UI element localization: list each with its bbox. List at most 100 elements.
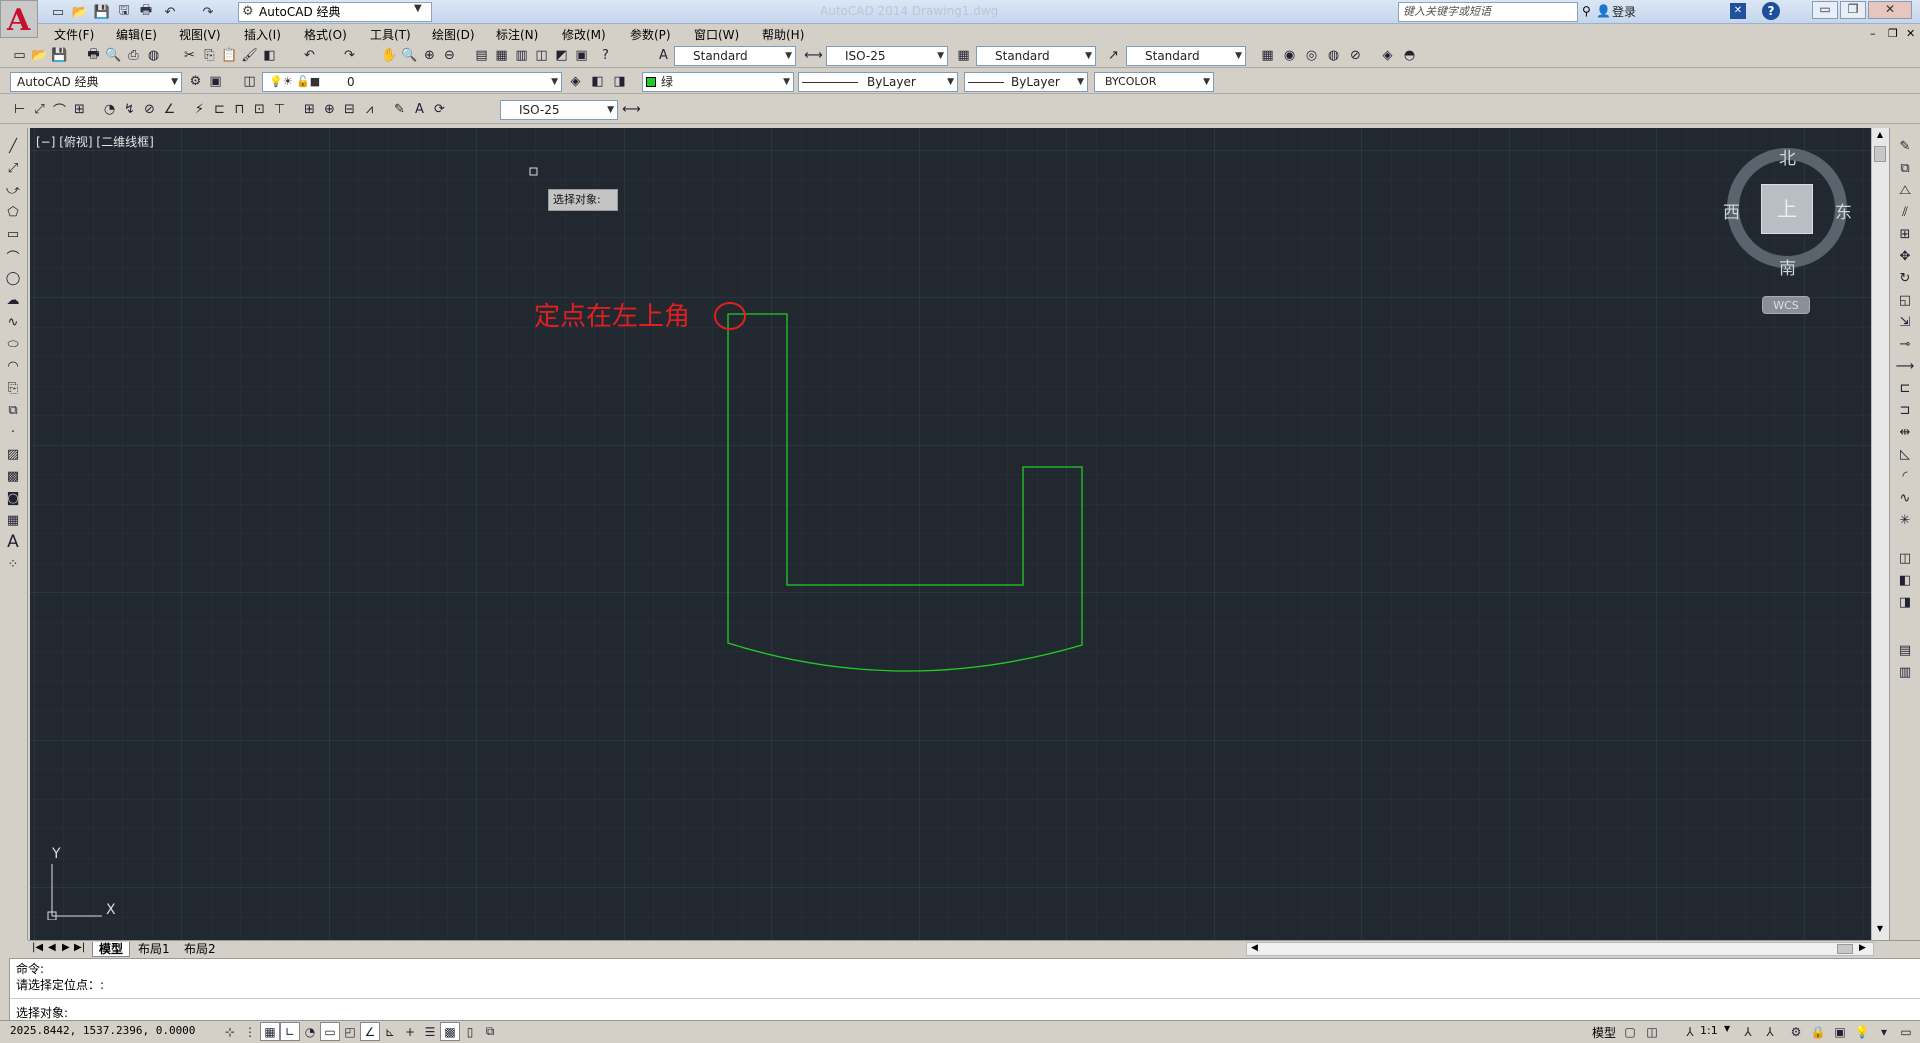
quick-view-drawings-icon[interactable]: ◫ (1642, 1022, 1662, 1041)
command-prompt-input[interactable]: 选择对象: (16, 1004, 68, 1021)
break-at-point-icon[interactable]: ⊏ (1895, 378, 1915, 398)
dim-jogged-icon[interactable]: ↯ (120, 100, 139, 119)
compass-west[interactable]: 西 (1723, 198, 1740, 223)
selection-cycling-icon[interactable]: ⧉ (480, 1022, 500, 1041)
add-selected-icon[interactable]: ⁘ (3, 554, 23, 574)
mleader-style-select[interactable]: Standard ▼ (1126, 46, 1246, 66)
annotation-scale-value[interactable]: 1:1 (1700, 1024, 1718, 1037)
save-icon[interactable]: 💾 (50, 46, 69, 65)
sheet-set-icon[interactable]: ◫ (532, 46, 551, 65)
viewcube-face-top[interactable]: 上 (1761, 184, 1813, 234)
break-icon[interactable]: ⊐ (1895, 400, 1915, 420)
infer-constraints-icon[interactable]: ⊹ (220, 1022, 240, 1041)
inspection-icon[interactable]: ⊟ (340, 100, 359, 119)
snap-mode-icon[interactable]: ⋮ (240, 1022, 260, 1041)
drawing-canvas[interactable] (30, 128, 1871, 940)
dim-baseline-icon[interactable]: ⊏ (210, 100, 229, 119)
menu-tools[interactable]: 工具(T) (366, 26, 415, 44)
polar-tracking-icon[interactable]: ◔ (300, 1022, 320, 1041)
erase-icon[interactable]: ✎ (1895, 136, 1915, 156)
menu-draw[interactable]: 绘图(D) (428, 26, 479, 44)
dim-aligned-icon[interactable]: ⤢ (30, 100, 49, 119)
transparency-icon[interactable]: ▩ (440, 1022, 460, 1041)
tab-layout1[interactable]: 布局1 (132, 942, 176, 957)
copy-icon[interactable]: ⎘ (200, 46, 219, 65)
cursor-coordinates[interactable]: 2025.8442, 1537.2396, 0.0000 (10, 1024, 195, 1037)
command-window[interactable] (10, 958, 1920, 1020)
draw-order-icon[interactable]: ◫ (1895, 548, 1915, 568)
copy-object-icon[interactable]: ⧉ (1895, 158, 1915, 178)
3d-osnap-icon[interactable]: ◰ (340, 1022, 360, 1041)
stretch-icon[interactable]: ⇲ (1895, 312, 1915, 332)
dim-angular-icon[interactable]: ∠ (160, 100, 179, 119)
jogged-linear-icon[interactable]: ⩘ (360, 100, 379, 119)
tolerance-icon[interactable]: ⊞ (300, 100, 319, 119)
publish-icon[interactable]: ⎙ (124, 46, 143, 65)
qnew-icon[interactable]: ▭ (10, 46, 29, 65)
join-icon[interactable]: ⇹ (1895, 422, 1915, 442)
ortho-mode-icon[interactable]: ∟ (280, 1022, 300, 1041)
rotate-icon[interactable]: ↻ (1895, 268, 1915, 288)
hatch-back-icon[interactable]: ▥ (1895, 662, 1915, 682)
dim-break-icon[interactable]: ⊤ (270, 100, 289, 119)
horizontal-scrollbar[interactable]: ◀ ▶ (1246, 942, 1874, 956)
object-snap-tracking-icon[interactable]: ∠ (360, 1022, 380, 1041)
bring-front-icon[interactable]: ◧ (1895, 570, 1915, 590)
redo-icon[interactable]: ↷ (198, 2, 218, 22)
viewcube[interactable]: 上 北 南 东 西 (1723, 146, 1852, 279)
annotation-scale-icon[interactable]: ⅄ (1680, 1022, 1700, 1041)
minimize-button[interactable]: ▭ (1812, 1, 1838, 19)
make-current-icon[interactable]: ◈ (566, 72, 585, 91)
line-icon[interactable]: ╱ (3, 136, 23, 156)
menu-modify[interactable]: 修改(M) (558, 26, 610, 44)
scroll-left-icon[interactable]: ◀ (1251, 943, 1258, 953)
hardware-acceleration-icon[interactable]: ▣ (1830, 1022, 1850, 1041)
annotation-visibility-icon[interactable]: ⅄ (1738, 1022, 1758, 1041)
workspace-switching-icon[interactable]: ⚙ (1786, 1022, 1806, 1041)
menu-help[interactable]: 帮助(H) (758, 26, 808, 44)
lineweight-display-icon[interactable]: ☰ (420, 1022, 440, 1041)
search-input[interactable]: 键入关键字或短语 (1398, 2, 1578, 22)
fillet-icon[interactable]: ◜ (1895, 466, 1915, 486)
dim-style-select[interactable]: ISO-25 ▼ (826, 46, 948, 66)
menu-dimension[interactable]: 标注(N) (492, 26, 542, 44)
view-manager-icon[interactable]: ▦ (1258, 46, 1277, 65)
table-icon[interactable]: ▦ (3, 510, 23, 530)
wcs-menu-button[interactable]: WCS (1762, 296, 1810, 314)
paste-icon[interactable]: 📋 (220, 46, 239, 65)
tab-first-icon[interactable]: |◀ (32, 942, 43, 953)
close-button[interactable]: ✕ (1868, 1, 1912, 19)
login-button[interactable]: 登录 (1612, 3, 1636, 20)
polygon-icon[interactable]: ⬠ (3, 202, 23, 222)
offset-icon[interactable]: ⫽ (1895, 202, 1915, 222)
save-as-icon[interactable]: 🖫 (114, 2, 134, 22)
menu-window[interactable]: 窗口(W) (690, 26, 743, 44)
dynamic-input-icon[interactable]: + (400, 1022, 420, 1041)
undo-icon[interactable]: ↶ (160, 2, 180, 22)
grid-display-icon[interactable]: ▦ (260, 1022, 280, 1041)
tool-palettes-icon[interactable]: ▥ (512, 46, 531, 65)
dim-edit-icon[interactable]: ✎ (390, 100, 409, 119)
hatch-icon[interactable]: ▨ (3, 444, 23, 464)
free-orbit-icon[interactable]: ◎ (1302, 46, 1321, 65)
tab-next-icon[interactable]: ▶ (62, 942, 70, 953)
zoom-window-icon[interactable]: ⊕ (420, 46, 439, 65)
circle-icon[interactable]: ◯ (3, 268, 23, 288)
dim-radius-icon[interactable]: ◔ (100, 100, 119, 119)
zoom-realtime-icon[interactable]: 🔍 (400, 46, 419, 65)
doc-close-icon[interactable]: ✕ (1906, 27, 1915, 40)
match-properties-icon[interactable]: 🖌 (240, 46, 259, 65)
tab-model[interactable]: 模型 (92, 942, 131, 957)
orbit-icon[interactable]: ◉ (1280, 46, 1299, 65)
ellipse-arc-icon[interactable]: ◠ (3, 356, 23, 376)
auto-scale-icon[interactable]: ⅄ (1760, 1022, 1780, 1041)
scroll-down-icon[interactable]: ▼ (1873, 924, 1887, 936)
block-editor-icon[interactable]: ◧ (260, 46, 279, 65)
menu-format[interactable]: 格式(O) (300, 26, 351, 44)
restore-button[interactable]: ❐ (1840, 1, 1866, 19)
trim-icon[interactable]: ⊸ (1895, 334, 1915, 354)
zoom-previous-icon[interactable]: ⊖ (440, 46, 459, 65)
markup-icon[interactable]: ◩ (552, 46, 571, 65)
exchange-icon[interactable]: ✕ (1730, 3, 1746, 19)
dim-space-icon[interactable]: ⊡ (250, 100, 269, 119)
